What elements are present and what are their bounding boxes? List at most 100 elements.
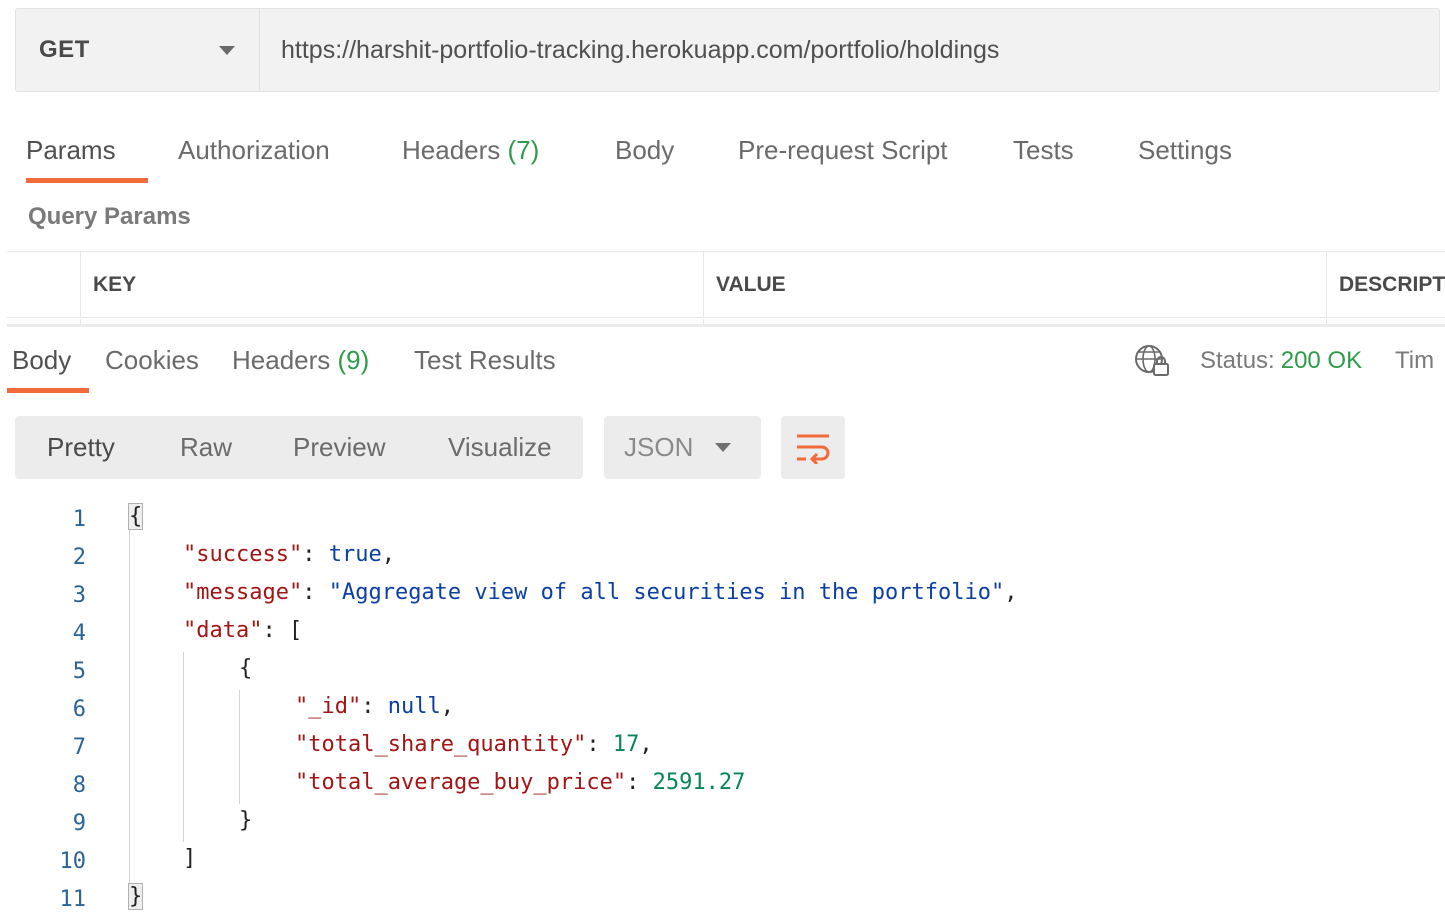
json-punctuation: ,: [639, 732, 653, 757]
line-number: 6: [72, 697, 86, 722]
json-key: "success": [183, 542, 303, 567]
code-line: 1{: [0, 500, 1445, 538]
view-mode-group: Pretty Raw Preview Visualize: [15, 416, 583, 479]
format-select[interactable]: JSON: [604, 416, 761, 479]
code-text: }: [127, 883, 144, 910]
chevron-down-icon: [715, 443, 731, 452]
json-punctuation: ,: [1004, 580, 1018, 605]
line-number: 2: [72, 545, 86, 570]
code-text: ]: [183, 846, 196, 871]
tab-label: Pre-request Script: [738, 135, 948, 165]
tab-label: Authorization: [178, 135, 330, 165]
line-number: 5: [72, 659, 86, 684]
pane-splitter[interactable]: [7, 324, 1445, 327]
wrap-lines-icon: [797, 434, 830, 464]
tab-tests[interactable]: Tests: [1013, 120, 1074, 184]
code-line: 2 "success": true,: [0, 538, 1445, 576]
json-value: null: [387, 694, 441, 719]
tab-response-body[interactable]: Body: [12, 345, 71, 376]
response-tabs: Body Cookies Headers (9) Test Results St…: [7, 330, 1445, 394]
column-header-value: VALUE: [703, 252, 1326, 317]
code-line: 10]: [0, 842, 1445, 880]
json-punctuation: }: [127, 883, 144, 910]
json-punctuation: :: [302, 580, 329, 605]
view-pretty-button[interactable]: Pretty: [47, 416, 115, 479]
params-table: KEY VALUE DESCRIPT: [7, 251, 1445, 326]
code-text: {: [239, 656, 252, 681]
tab-label: Body: [12, 345, 72, 375]
json-key: "total_share_quantity": [295, 732, 587, 757]
line-number: 3: [72, 583, 86, 608]
tab-test-results[interactable]: Test Results: [414, 345, 556, 376]
json-value: 2591.27: [652, 770, 746, 795]
method-select[interactable]: GET: [16, 9, 260, 91]
code-line: 9}: [0, 804, 1445, 842]
code-line: 11}: [0, 880, 1445, 914]
column-header-key: KEY: [80, 252, 703, 317]
view-raw-button[interactable]: Raw: [180, 416, 232, 479]
tab-body[interactable]: Body: [615, 120, 674, 184]
column-header-description: DESCRIPT: [1326, 252, 1445, 317]
json-punctuation: ,: [381, 542, 395, 567]
code-text: }: [239, 808, 252, 833]
code-line: 5{: [0, 652, 1445, 690]
code-text: "total_average_buy_price": 2591.27: [295, 770, 745, 795]
json-value: 17: [612, 732, 640, 757]
json-punctuation: {: [127, 503, 144, 530]
json-punctuation: : [: [262, 618, 303, 643]
chevron-down-icon: [219, 45, 235, 55]
json-key: "_id": [295, 694, 362, 719]
tab-authorization[interactable]: Authorization: [178, 120, 330, 184]
code-line: 6 "_id": null,: [0, 690, 1445, 728]
json-punctuation: :: [586, 732, 613, 757]
request-bar: GET https://harshit-portfolio-tracking.h…: [15, 8, 1440, 92]
globe-lock-icon[interactable]: [1133, 342, 1171, 380]
line-number: 7: [72, 735, 86, 760]
view-preview-button[interactable]: Preview: [293, 416, 385, 479]
code-line: 3 "message": "Aggregate view of all secur…: [0, 576, 1445, 614]
json-punctuation: :: [361, 694, 388, 719]
json-key: "data": [183, 618, 263, 643]
code-line: 7 "total_share_quantity": 17,: [0, 728, 1445, 766]
line-number: 10: [59, 849, 87, 874]
wrap-lines-button[interactable]: [781, 416, 845, 479]
tab-label: Settings: [1138, 135, 1232, 165]
json-punctuation: :: [626, 770, 653, 795]
line-number: 11: [59, 887, 87, 912]
tab-cookies[interactable]: Cookies: [105, 345, 199, 376]
json-value: "Aggregate view of all securities in the…: [328, 580, 1005, 605]
tab-count-badge: (9): [337, 345, 370, 375]
tab-label: Tests: [1013, 135, 1074, 165]
tab-count-badge: (7): [507, 135, 540, 165]
response-body-viewer[interactable]: 1{ 2 "success": true, 3 "message": "Aggregat…: [0, 500, 1445, 914]
tab-response-headers[interactable]: Headers (9): [232, 345, 369, 376]
json-punctuation: ,: [440, 694, 454, 719]
json-punctuation: {: [239, 656, 253, 681]
method-label: GET: [39, 36, 90, 63]
line-number: 4: [72, 621, 86, 646]
code-line: 8 "total_average_buy_price": 2591.27: [0, 766, 1445, 804]
tab-label: Headers: [402, 135, 501, 165]
code-text: "_id": null,: [295, 694, 454, 719]
url-input[interactable]: https://harshit-portfolio-tracking.herok…: [260, 9, 1439, 91]
code-text: "message": "Aggregate view of all securi…: [183, 580, 1017, 605]
tab-headers[interactable]: Headers (7): [402, 120, 539, 184]
tab-settings[interactable]: Settings: [1138, 120, 1232, 184]
response-status: Status: 200 OK: [1200, 347, 1362, 375]
status-label: Status:: [1200, 347, 1275, 374]
json-value: true: [328, 542, 382, 567]
line-number: 8: [72, 773, 86, 798]
json-key: "total_average_buy_price": [295, 770, 627, 795]
tab-pre-request-script[interactable]: Pre-request Script: [738, 120, 948, 184]
code-text: "data": [: [183, 618, 302, 643]
tab-label: Test Results: [414, 345, 556, 375]
json-punctuation: }: [239, 808, 253, 833]
code-text: "total_share_quantity": 17,: [295, 732, 653, 757]
json-key: "message": [183, 580, 303, 605]
line-number: 9: [72, 811, 86, 836]
view-visualize-button[interactable]: Visualize: [448, 416, 552, 479]
tab-params[interactable]: Params: [26, 120, 148, 184]
tab-label: Body: [615, 135, 675, 165]
json-punctuation: ]: [183, 846, 197, 871]
code-text: {: [127, 503, 144, 530]
